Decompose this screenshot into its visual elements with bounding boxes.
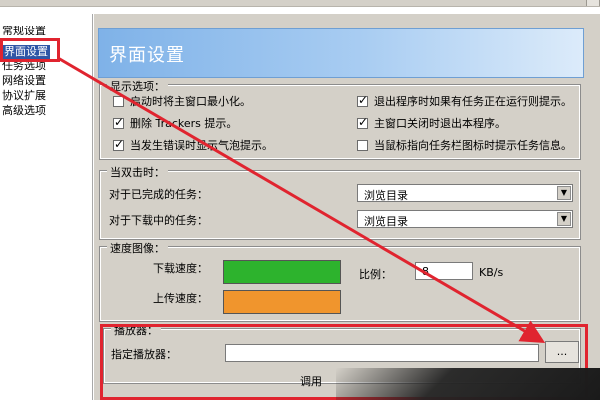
group-label: 当双击时：	[107, 164, 168, 180]
nav-item-network[interactable]: 网络设置	[2, 74, 46, 88]
display-options-group: 显示选项： 启动时将主窗口最小化。 退出程序时如果有任务正在运行则提示。 删除 …	[99, 78, 581, 160]
option-tray-tooltip[interactable]: 当鼠标指向任务栏图标时提示任务信息。	[357, 138, 572, 152]
option-label: 主窗口关闭时退出本程序。	[374, 117, 506, 130]
checkbox[interactable]	[113, 137, 124, 151]
nav-item-advanced[interactable]: 高级选项	[2, 104, 46, 118]
option-label: 退出程序时如果有任务正在运行则提示。	[374, 95, 572, 108]
option-warn-on-exit[interactable]: 退出程序时如果有任务正在运行则提示。	[357, 93, 572, 108]
option-label: 删除 Trackers 提示。	[130, 117, 238, 130]
group-label: 显示选项：	[107, 78, 168, 94]
checkbox[interactable]	[113, 115, 124, 129]
nav-item-protocol[interactable]: 协议扩展	[2, 89, 46, 103]
upload-speed-label: 上传速度：	[153, 292, 208, 305]
speed-graph-group: 速度图像： 下载速度： 比例： 8 KB/s 上传速度：	[99, 240, 581, 322]
ratio-input[interactable]: 8	[415, 262, 473, 280]
group-label: 速度图像：	[107, 240, 168, 256]
downloading-task-action-select[interactable]: 浏览目录 ▼	[357, 210, 573, 228]
screenshot-corner-shadow	[336, 368, 600, 400]
window-top-edge	[0, 0, 600, 7]
upload-color-swatch[interactable]	[223, 290, 341, 314]
select-value: 浏览目录	[364, 189, 408, 202]
ratio-unit: KB/s	[479, 266, 504, 279]
ratio-label: 比例：	[359, 268, 392, 281]
option-delete-trackers-prompt[interactable]: 删除 Trackers 提示。	[113, 115, 238, 130]
option-label: 当鼠标指向任务栏图标时提示任务信息。	[374, 139, 572, 152]
window-control-button[interactable]	[586, 0, 600, 6]
select-value: 浏览目录	[364, 215, 408, 228]
ratio-value: 8	[422, 265, 429, 278]
option-label: 当发生错误时显示气泡提示。	[130, 139, 273, 152]
checkbox[interactable]	[357, 139, 368, 151]
chevron-down-icon[interactable]: ▼	[557, 186, 571, 200]
checkbox[interactable]	[357, 115, 368, 129]
completed-task-action-select[interactable]: 浏览目录 ▼	[357, 184, 573, 202]
nav-highlight-box	[0, 38, 60, 62]
downloading-task-label: 对于下载中的任务：	[109, 214, 208, 227]
double-click-group: 当双击时： 对于已完成的任务： 浏览目录 ▼ 对于下载中的任务： 浏览目录 ▼	[99, 164, 581, 240]
checkbox[interactable]	[357, 93, 368, 107]
nav-item-label: 协议扩展	[2, 89, 46, 102]
panel-header: 界面设置	[98, 28, 584, 78]
page-title: 界面设置	[109, 45, 185, 66]
option-label: 启动时将主窗口最小化。	[130, 95, 251, 108]
nav-item-label: 高级选项	[2, 104, 46, 117]
download-color-swatch[interactable]	[223, 260, 341, 284]
nav-item-general[interactable]: 常规设置	[2, 26, 46, 35]
nav-item-label: 常规设置	[2, 26, 46, 35]
download-speed-label: 下载速度：	[153, 262, 208, 275]
option-exit-on-close[interactable]: 主窗口关闭时退出本程序。	[357, 115, 506, 130]
checkbox[interactable]	[113, 95, 124, 107]
settings-nav: 常规设置 界面设置 任务选项 网络设置 协议扩展 高级选项	[0, 14, 93, 400]
completed-task-label: 对于已完成的任务：	[109, 188, 208, 201]
option-error-balloon[interactable]: 当发生错误时显示气泡提示。	[113, 137, 273, 152]
option-minimize-on-start[interactable]: 启动时将主窗口最小化。	[113, 94, 251, 108]
chevron-down-icon[interactable]: ▼	[557, 212, 571, 226]
nav-item-label: 网络设置	[2, 74, 46, 87]
